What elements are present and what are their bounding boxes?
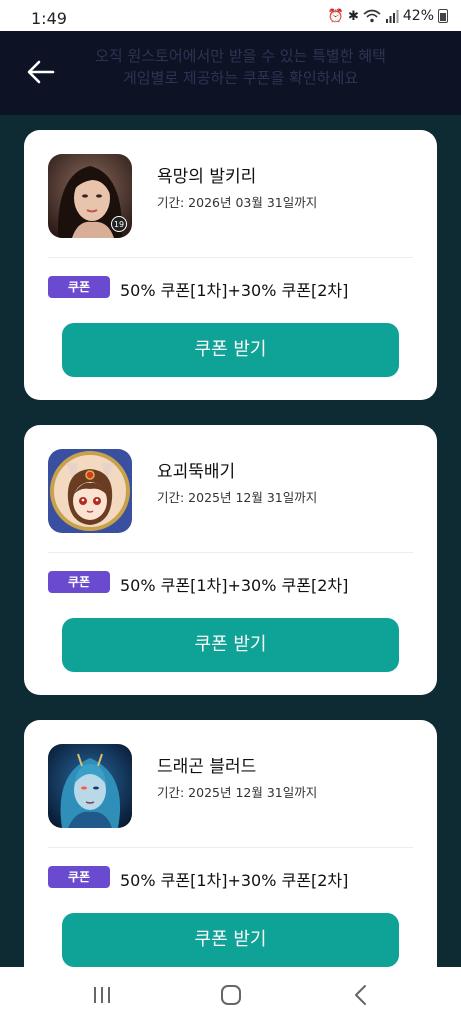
coupon-badge: 쿠폰 — [48, 571, 110, 593]
game-thumbnail — [48, 449, 132, 533]
header-subtitle: 오직 원스토어에서만 받을 수 있는 특별한 혜택 게임별로 제공하는 쿠폰을 … — [60, 45, 421, 89]
coupon-description: 50% 쿠폰[1차]+30% 쿠폰[2차] — [120, 281, 349, 300]
coupon-card: 요괴뚝배기 기간: 2025년 12월 31일까지 쿠폰 50% 쿠폰[1차]+… — [24, 425, 437, 695]
system-nav-bar — [0, 967, 461, 1024]
recent-apps-icon — [94, 987, 110, 1003]
game-thumbnail-art — [48, 744, 132, 828]
arrow-left-icon — [27, 60, 55, 84]
coupon-card: 드래곤 블러드 기간: 2025년 12월 31일까지 쿠폰 50% 쿠폰[1차… — [24, 720, 437, 967]
coupon-period: 기간: 2025년 12월 31일까지 — [157, 785, 318, 800]
status-bar: 1:49 ⏰ ✱ 42% — [0, 0, 461, 31]
get-coupon-button[interactable]: 쿠폰 받기 — [62, 913, 399, 967]
coupon-badge: 쿠폰 — [48, 276, 110, 298]
header-subtitle-line1: 오직 원스토어에서만 받을 수 있는 특별한 혜택 — [95, 47, 386, 65]
alarm-icon: ⏰ — [327, 8, 344, 24]
coupon-card: 19 욕망의 발키리 기간: 2026년 03월 31일까지 쿠폰 50% 쿠폰… — [24, 130, 437, 400]
get-coupon-button[interactable]: 쿠폰 받기 — [62, 618, 399, 672]
recent-apps-button[interactable] — [87, 983, 117, 1007]
game-title: 욕망의 발키리 — [157, 167, 257, 187]
get-coupon-button[interactable]: 쿠폰 받기 — [62, 323, 399, 377]
divider — [48, 847, 413, 848]
divider — [48, 257, 413, 258]
coupon-description: 50% 쿠폰[1차]+30% 쿠폰[2차] — [120, 576, 349, 595]
bluetooth-icon: ✱ — [347, 8, 359, 24]
home-icon — [221, 985, 241, 1005]
battery-icon — [438, 9, 448, 23]
coupon-list: 19 욕망의 발키리 기간: 2026년 03월 31일까지 쿠폰 50% 쿠폰… — [0, 115, 461, 967]
home-button[interactable] — [216, 983, 246, 1007]
header: 오직 원스토어에서만 받을 수 있는 특별한 혜택 게임별로 제공하는 쿠폰을 … — [0, 31, 461, 115]
game-thumbnail-art — [48, 449, 132, 533]
wifi-icon — [363, 9, 381, 23]
game-title: 요괴뚝배기 — [157, 462, 236, 482]
system-back-button[interactable] — [346, 983, 376, 1007]
coupon-description: 50% 쿠폰[1차]+30% 쿠폰[2차] — [120, 871, 349, 890]
coupon-badge: 쿠폰 — [48, 866, 110, 888]
signal-icon — [385, 9, 399, 23]
divider — [48, 552, 413, 553]
game-thumbnail — [48, 744, 132, 828]
coupon-period: 기간: 2026년 03월 31일까지 — [157, 195, 318, 210]
battery-percent: 42% — [402, 8, 434, 24]
game-thumbnail: 19 — [48, 154, 132, 238]
status-time: 1:49 — [31, 9, 67, 28]
coupon-period: 기간: 2025년 12월 31일까지 — [157, 490, 318, 505]
age-rating-badge: 19 — [111, 216, 127, 232]
back-button[interactable] — [26, 59, 56, 85]
header-subtitle-line2: 게임별로 제공하는 쿠폰을 확인하세요 — [122, 69, 359, 87]
game-title: 드래곤 블러드 — [157, 757, 257, 777]
status-icons: ⏰ ✱ 42% — [328, 8, 448, 24]
back-icon — [355, 985, 366, 1005]
